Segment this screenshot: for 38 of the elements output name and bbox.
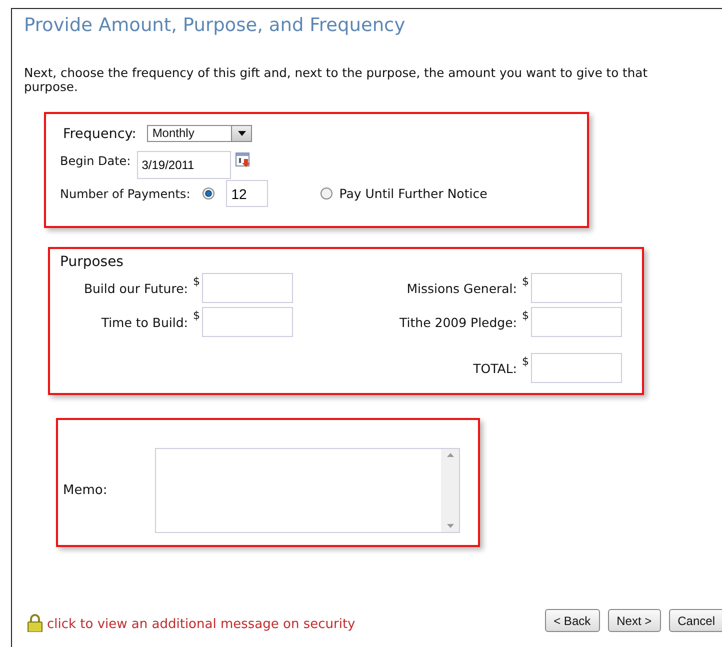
currency-sign: $ bbox=[193, 309, 201, 322]
total-field[interactable] bbox=[531, 353, 622, 383]
radio-button[interactable] bbox=[320, 187, 334, 200]
section-heading: Purposes bbox=[60, 254, 124, 270]
frequency-dropdown[interactable]: Monthly bbox=[147, 125, 252, 142]
currency-sign: $ bbox=[522, 309, 530, 322]
currency-sign: $ bbox=[522, 275, 530, 288]
total-label: TOTAL: bbox=[472, 360, 518, 376]
purpose-label: Build our Future: bbox=[82, 280, 189, 296]
date-field[interactable]: 3/19/2011 bbox=[136, 151, 231, 179]
page-title: Provide Amount, Purpose, and Frequency bbox=[24, 15, 406, 36]
caret-icon bbox=[238, 131, 246, 136]
scroll-up-icon[interactable] bbox=[446, 453, 454, 457]
field-label: Begin Date: bbox=[60, 154, 131, 168]
nav-button[interactable]: Next > bbox=[608, 609, 661, 632]
currency-sign: $ bbox=[522, 355, 530, 368]
purpose-label: Time to Build: bbox=[100, 314, 189, 330]
amount-field[interactable] bbox=[202, 273, 293, 303]
nav-button[interactable]: < Back bbox=[544, 609, 600, 632]
instructions-text: Next, choose the frequency of this gift and, next to the purpose, the amount you want to give to that purpose. bbox=[24, 66, 649, 94]
field-label: Number of Payments: bbox=[60, 186, 190, 200]
calendar-icon[interactable] bbox=[234, 151, 252, 168]
field-label: Memo: bbox=[63, 483, 108, 498]
payments-field[interactable]: 12 bbox=[226, 180, 268, 207]
purpose-label: Tithe 2009 Pledge: bbox=[398, 314, 518, 330]
field-label: Frequency: bbox=[63, 126, 136, 142]
currency-sign: $ bbox=[193, 275, 201, 288]
lock-icon bbox=[27, 614, 43, 632]
memo-field[interactable] bbox=[155, 448, 460, 533]
amount-field[interactable] bbox=[202, 307, 293, 337]
option-label: Pay Until Further Notice bbox=[339, 186, 488, 201]
radio-button[interactable] bbox=[202, 187, 216, 200]
security-link[interactable]: click to view an additional message on security bbox=[47, 617, 356, 632]
scroll-down-icon[interactable] bbox=[446, 524, 454, 528]
amount-field[interactable] bbox=[531, 307, 622, 337]
amount-field[interactable] bbox=[531, 273, 622, 303]
purpose-label: Missions General: bbox=[406, 280, 518, 296]
nav-button[interactable]: Cancel bbox=[668, 609, 722, 632]
